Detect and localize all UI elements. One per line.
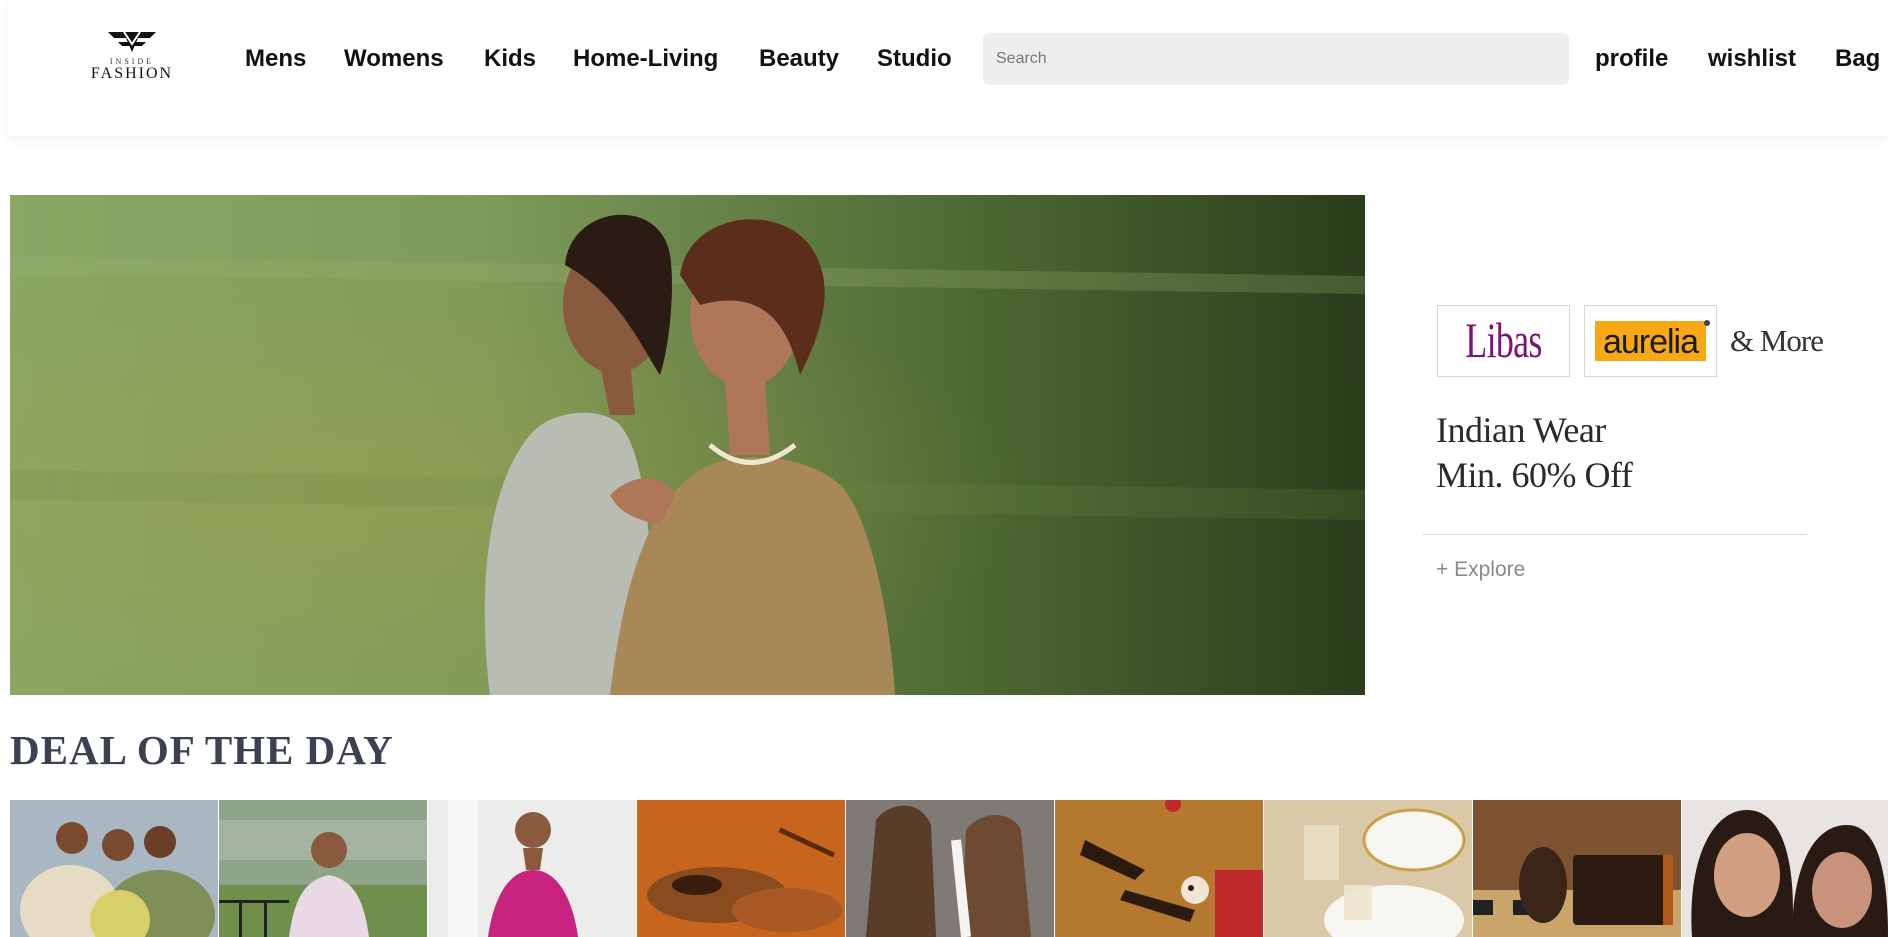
promo-more-text: & More	[1730, 323, 1824, 358]
brand-aurelia-logo[interactable]: aurelia	[1584, 305, 1717, 377]
promo-panel: Libas aurelia & More Indian Wear Min. 60…	[1420, 290, 1840, 610]
deal-image-heels	[1055, 800, 1263, 937]
wishlist-link[interactable]: wishlist	[1708, 44, 1796, 74]
deal-strip	[10, 800, 1888, 937]
hero-illustration	[10, 195, 1365, 695]
search-bar	[983, 33, 1569, 85]
deal-image-formal-shoes	[637, 800, 845, 937]
brand-logo-mark	[108, 31, 156, 52]
promo-divider	[1422, 534, 1807, 535]
deal-tile-heels[interactable]	[1055, 800, 1263, 937]
brand-aurelia-text: aurelia	[1602, 323, 1699, 361]
deal-image-dinnerware	[1264, 800, 1472, 937]
brand-logo[interactable]: INSIDE FASHION	[84, 28, 180, 90]
deal-tile-pink-dress[interactable]	[428, 800, 636, 937]
profile-link[interactable]: profile	[1595, 44, 1668, 74]
site-header: INSIDE FASHION Mens Womens Kids Home-Liv…	[8, 0, 1888, 136]
hero-banner-image[interactable]	[10, 195, 1365, 695]
deal-tile-belt-wallet[interactable]	[1473, 800, 1681, 937]
explore-link[interactable]: + Explore	[1436, 558, 1525, 582]
nav-mens[interactable]: Mens	[245, 44, 306, 74]
deal-image-belt-wallet	[1473, 800, 1681, 937]
nav-beauty[interactable]: Beauty	[759, 44, 839, 74]
deal-image-pink-dress	[428, 800, 636, 937]
deal-tile-formal-shoes[interactable]	[637, 800, 845, 937]
nav-kids[interactable]: Kids	[484, 44, 536, 74]
promo-title: Indian Wear Min. 60% Off	[1436, 408, 1633, 498]
nav-studio[interactable]: Studio	[877, 44, 952, 74]
deal-image-kurta	[219, 800, 427, 937]
deal-tile-kurta[interactable]	[219, 800, 427, 937]
logo-bottom-text: FASHION	[90, 65, 174, 82]
brand-libas-logo[interactable]: Libas	[1437, 305, 1570, 377]
promo-title-line-2: Min. 60% Off	[1436, 455, 1633, 495]
deal-image-casual-group	[10, 800, 218, 937]
deal-tile-beauty[interactable]	[1682, 800, 1888, 937]
deal-of-the-day-heading: DEAL OF THE DAY	[10, 727, 394, 773]
bag-link[interactable]: Bag	[1835, 44, 1880, 74]
promo-title-line-1: Indian Wear	[1436, 410, 1606, 450]
deal-tile-dinnerware[interactable]	[1264, 800, 1472, 937]
deal-tile-sneakers[interactable]	[846, 800, 1054, 937]
deal-image-beauty	[1682, 800, 1888, 937]
deal-image-sneakers	[846, 800, 1054, 937]
registered-mark-icon	[1704, 320, 1710, 326]
deal-tile-casual-group[interactable]	[10, 800, 218, 937]
search-input[interactable]	[983, 33, 1569, 85]
nav-womens[interactable]: Womens	[344, 44, 444, 74]
nav-home-living[interactable]: Home-Living	[573, 44, 718, 74]
brand-libas-text: Libas	[1465, 312, 1542, 368]
brand-aurelia-badge: aurelia	[1595, 321, 1706, 361]
